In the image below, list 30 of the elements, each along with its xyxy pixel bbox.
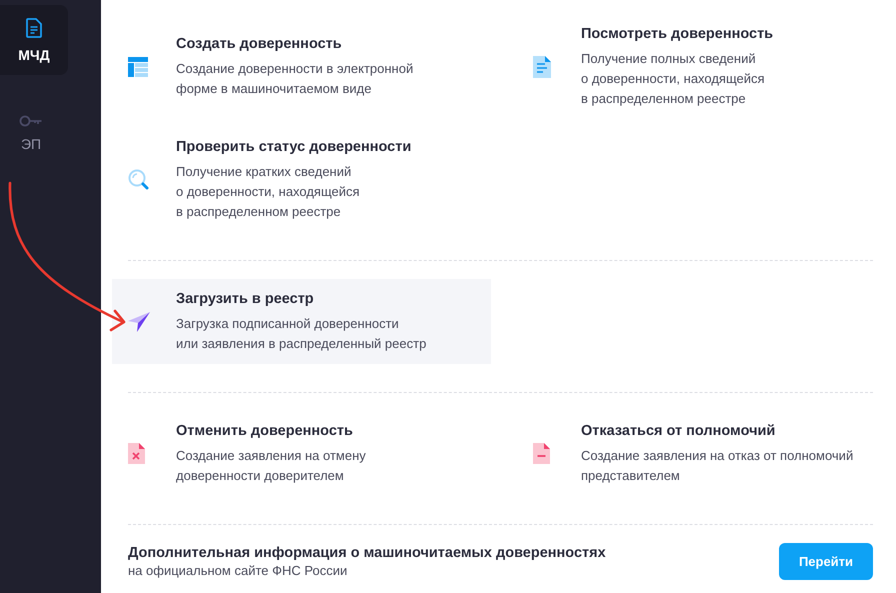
item-title: Отменить доверенность [176, 422, 354, 441]
nav-item[interactable]: МЧД [0, 5, 68, 75]
menu-item[interactable]: Создать доверенность Создание доверенности в электронной форме в машиночитаемом виде [112, 24, 517, 109]
item-title: Посмотреть доверенность [581, 25, 774, 44]
menu-item[interactable]: Отменить доверенность Создание заявления на отмену доверенности доверителем [112, 411, 517, 496]
menu-item[interactable]: Проверить статус доверенности Получение кратких сведений о доверенности, находящейся в распределенном реестре [112, 127, 517, 232]
item-description: Загрузка подписанной доверенности или заявления в распределенный реестр [176, 315, 426, 353]
item-title: Загрузить в реестр [176, 290, 315, 309]
document-minus-icon [533, 443, 550, 464]
key-icon [19, 114, 43, 126]
item-description: Создание доверенности в электронной форме в машиночитаемом виде [176, 60, 414, 98]
table-icon [128, 56, 148, 76]
paper-plane-icon [128, 312, 150, 332]
nav-item[interactable]: ЭП [0, 105, 62, 161]
item-title: Отказаться от полномочий [581, 422, 776, 441]
document-cross-icon [128, 443, 145, 464]
info-subtitle: на официальном сайте ФНС России [128, 562, 348, 580]
item-description: Создание заявления на отказ от полномочий представителем [581, 447, 854, 485]
menu-item[interactable]: Загрузить в реестр Загрузка подписанной доверенности или заявления в распределенный реестр [112, 279, 491, 364]
document-icon [26, 18, 42, 38]
item-description: Создание заявления на отмену доверенности доверителем [176, 447, 366, 485]
item-title: Проверить статус доверенности [176, 138, 412, 157]
menu-item[interactable]: Отказаться от полномочий Создание заявления на отказ от полномочий представителем [517, 411, 889, 496]
item-title: Создать доверенность [176, 35, 343, 54]
search-icon [128, 168, 150, 190]
info-title: Дополнительная информация о машиночитаемых доверенностях [128, 544, 606, 562]
item-description: Получение полных сведений о доверенности, находящейся в распределенном реестре [581, 50, 766, 108]
item-description: Получение кратких сведений о доверенности, находящейся в распределенном реестре [176, 163, 361, 221]
document-icon [533, 56, 551, 78]
menu-item[interactable]: Посмотреть доверенность Получение полных сведений о доверенности, находящейся в распределенном реестре [517, 14, 889, 119]
